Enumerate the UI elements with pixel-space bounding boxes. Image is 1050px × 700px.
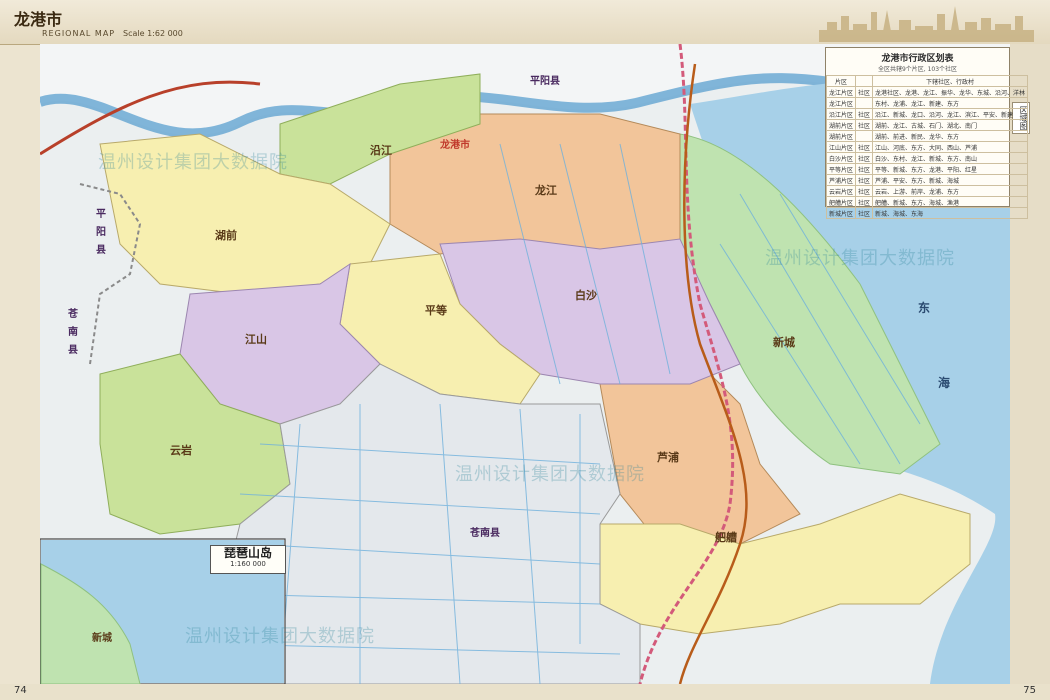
county-label-pingyang-west: 平阳县 — [96, 209, 106, 256]
table-row: 舥艚片区 社区 舥艚、新城、东方、海城、渔港 — [825, 196, 1029, 208]
table-cell: 芦浦片区 — [825, 174, 857, 186]
table-cell: 沿江片区 — [825, 108, 857, 120]
table-row: 江山片区 社区 江山、河底、东方、大同、西山、芦浦 — [825, 141, 1029, 153]
table-cell: 江山片区 — [825, 141, 857, 153]
table-cell — [855, 97, 874, 109]
table-cell: 湖前、前进、新民、龙华、东方 — [872, 130, 1029, 142]
table-cell: 社区 — [855, 141, 874, 153]
map-header: 龙港市 REGIONAL MAP Scale 1:62 000 — [0, 0, 1050, 45]
table-cell: 新城片区 — [825, 207, 857, 219]
table-cell: 龙江片区 — [825, 86, 857, 98]
table-row: 湖前片区 湖前、前进、新民、龙华、东方 — [825, 130, 1029, 142]
table-cell: 社区 — [855, 119, 874, 131]
district-label-yunyan: 云岩 — [170, 444, 192, 457]
table-cell: 平等、新城、东方、龙港、平阳、红星 — [872, 163, 1029, 175]
sea-label-hai: 海 — [938, 376, 951, 390]
page-number-left: 74 — [14, 685, 27, 696]
table-cell: 社区 — [855, 86, 874, 98]
admin-division-table: 龙港市行政区划表 全区共辖9个片区, 103个社区 片区 下辖社区、行政村 龙江… — [825, 47, 1029, 219]
table-subtitle: 全区共辖9个片区, 103个社区 — [877, 66, 958, 73]
district-label-huqian: 湖前 — [215, 229, 237, 242]
table-cell: 云岩、上游、前岸、龙浦、东方 — [872, 185, 1029, 197]
table-cell: 平等片区 — [825, 163, 857, 175]
county-label-pingyang-north: 平阳县 — [530, 76, 560, 87]
table-cell: 社区 — [855, 163, 874, 175]
table-cell: 江山、河底、东方、大同、西山、芦浦 — [872, 141, 1029, 153]
inset-label: 琵琶山岛 1:160 000 — [210, 545, 286, 574]
table-cell: 新城、海城、东海 — [872, 207, 1029, 219]
district-label-baisha: 白沙 — [575, 289, 597, 302]
map-scale: Scale 1:62 000 — [123, 29, 183, 38]
table-row: 龙江片区 东村、龙浦、龙江、新建、东方 — [825, 97, 1029, 109]
inset-scale: 1:160 000 — [230, 560, 266, 568]
table-row: 沿江片区 社区 沿江、新城、龙口、沿河、龙江、滨江、平安、新建 — [825, 108, 1029, 120]
district-label-bacao: 舥艚 — [715, 531, 737, 544]
table-cell: 沿江、新城、龙口、沿河、龙江、滨江、平安、新建 — [872, 108, 1029, 120]
table-cell: 白沙、东村、龙江、新城、东方、南山 — [872, 152, 1029, 164]
table-row: 龙江片区 社区 龙港社区、龙港、龙江、振华、龙华、东城、沿河、洋林 — [825, 86, 1029, 98]
table-cell: 东村、龙浦、龙江、新建、东方 — [872, 97, 1029, 109]
district-label-pingdeng: 平等 — [425, 304, 447, 317]
district-label-yanjiang: 沿江 — [370, 144, 392, 157]
table-cell: 社区 — [855, 207, 874, 219]
table-cell: 社区 — [855, 174, 874, 186]
table-row: 白沙片区 社区 白沙、东村、龙江、新城、东方、南山 — [825, 152, 1029, 164]
table-row: 新城片区 社区 新城、海城、东海 — [825, 207, 1029, 219]
table-cell: 湖前片区 — [825, 130, 857, 142]
district-label-xincheng: 新城 — [773, 336, 795, 349]
table-header: 下辖社区、行政村 — [872, 75, 1029, 87]
table-header-row: 片区 下辖社区、行政村 — [825, 75, 1029, 87]
table-cell: 龙江片区 — [825, 97, 857, 109]
district-label-longjiang: 龙江 — [535, 184, 557, 197]
table-cell — [855, 130, 874, 142]
table-row: 湖前片区 社区 湖前、龙江、古城、石门、湖北、南门 — [825, 119, 1029, 131]
table-cell: 社区 — [855, 108, 874, 120]
watermark-3: 温州设计集团大数据院 — [455, 464, 645, 485]
table-header — [855, 75, 874, 87]
table-cell: 龙港社区、龙港、龙江、振华、龙华、东城、沿河、洋林 — [872, 86, 1029, 98]
map-subtitle: REGIONAL MAP — [42, 29, 116, 38]
city-skyline-icon — [819, 6, 1034, 42]
table-row: 平等片区 社区 平等、新城、东方、龙港、平阳、红星 — [825, 163, 1029, 175]
page-footer: 74 75 — [0, 684, 1050, 700]
table-header: 片区 — [825, 75, 857, 87]
admin-table: 片区 下辖社区、行政村 龙江片区 社区 龙港社区、龙港、龙江、振华、龙华、东城、沿河… — [825, 75, 1029, 219]
sea-label-dong: 东 — [918, 301, 931, 315]
city-label-longgang: 龙港市 — [440, 140, 470, 151]
table-cell: 白沙片区 — [825, 152, 857, 164]
inset-title: 琵琶山岛 — [223, 546, 272, 560]
district-label-jiangshan: 江山 — [245, 333, 267, 346]
watermark-1: 温州设计集团大数据院 — [98, 152, 288, 173]
inset-district-label: 新城 — [92, 633, 112, 644]
table-cell: 湖前片区 — [825, 119, 857, 131]
table-row: 云岩片区 社区 云岩、上游、前岸、龙浦、东方 — [825, 185, 1029, 197]
watermark-4: 温州设计集团大数据院 — [185, 626, 375, 647]
table-row: 芦浦片区 社区 芦浦、平安、东方、新城、海城 — [825, 174, 1029, 186]
table-cell: 舥艚、新城、东方、海城、渔港 — [872, 196, 1029, 208]
table-cell: 舥艚片区 — [825, 196, 857, 208]
table-title: 龙港市行政区划表 — [881, 54, 954, 64]
table-cell: 社区 — [855, 185, 874, 197]
table-cell: 社区 — [855, 196, 874, 208]
page-number-right: 75 — [1023, 685, 1036, 696]
county-label-cangnan-west: 苍南县 — [68, 309, 78, 356]
table-cell: 云岩片区 — [825, 185, 857, 197]
table-cell: 芦浦、平安、东方、新城、海城 — [872, 174, 1029, 186]
county-label-cangnan-south: 苍南县 — [470, 528, 500, 539]
table-cell: 湖前、龙江、古城、石门、湖北、南门 — [872, 119, 1029, 131]
map-title: 龙港市 — [14, 10, 63, 29]
table-cell: 社区 — [855, 152, 874, 164]
district-label-lupu: 芦浦 — [657, 451, 679, 464]
watermark-2: 温州设计集团大数据院 — [765, 248, 955, 269]
